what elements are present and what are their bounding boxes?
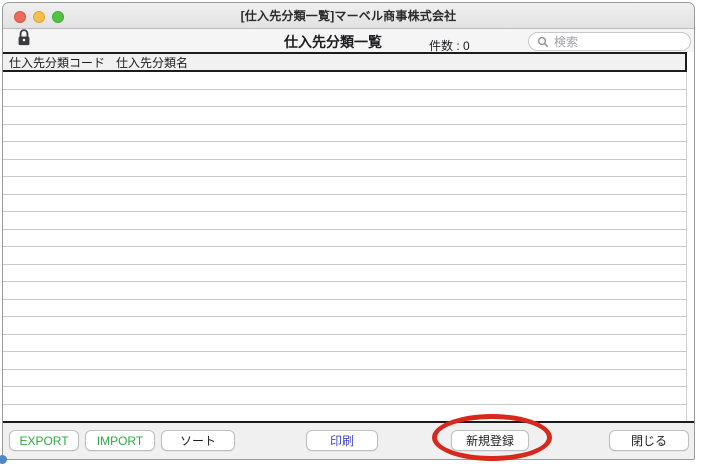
- table-row[interactable]: [3, 282, 686, 300]
- export-button[interactable]: EXPORT: [9, 430, 79, 451]
- title-bar: [仕入先分類一覧]マーベル商事株式会社: [3, 3, 694, 29]
- page-title: 仕入先分類一覧: [284, 34, 382, 50]
- toolbar: 仕入先分類一覧 件数 : 0 検索: [3, 27, 694, 54]
- search-input[interactable]: 検索: [528, 32, 691, 51]
- traffic-lights: [14, 11, 64, 23]
- table-row[interactable]: [3, 405, 686, 422]
- close-button[interactable]: 閉じる: [609, 430, 689, 451]
- table-row[interactable]: [3, 352, 686, 370]
- close-window-button[interactable]: [14, 11, 26, 23]
- record-count-value: 0: [463, 39, 470, 53]
- table-row[interactable]: [3, 160, 686, 177]
- new-entry-button[interactable]: 新規登録: [451, 430, 529, 451]
- print-button[interactable]: 印刷: [306, 430, 378, 451]
- table-row[interactable]: [3, 247, 686, 265]
- table-row[interactable]: [3, 177, 686, 195]
- record-count-label: 件数 :: [429, 39, 460, 53]
- zoom-window-button[interactable]: [52, 11, 64, 23]
- table-row[interactable]: [3, 230, 686, 247]
- window-title: [仕入先分類一覧]マーベル商事株式会社: [240, 9, 457, 23]
- footer-bar: EXPORT IMPORT ソート 印刷 新規登録 閉じる: [3, 421, 694, 459]
- table-row[interactable]: [3, 72, 686, 90]
- table-row[interactable]: [3, 387, 686, 405]
- table-row[interactable]: [3, 265, 686, 282]
- table-row[interactable]: [3, 195, 686, 212]
- screenshot-stage: [仕入先分類一覧]マーベル商事株式会社 仕入先分類一覧 件数 : 0 検索 仕入…: [0, 0, 701, 469]
- column-header-name[interactable]: 仕入先分類名: [116, 54, 188, 71]
- blue-dot-artifact: [0, 455, 7, 464]
- search-icon: [537, 36, 549, 48]
- table-row[interactable]: [3, 125, 686, 142]
- column-header-code[interactable]: 仕入先分類コード: [9, 54, 115, 71]
- table-row[interactable]: [3, 335, 686, 352]
- table-row[interactable]: [3, 370, 686, 387]
- lock-icon: [16, 27, 32, 54]
- table-row[interactable]: [3, 212, 686, 230]
- minimize-window-button[interactable]: [33, 11, 45, 23]
- table-body[interactable]: [3, 72, 687, 423]
- import-button[interactable]: IMPORT: [85, 430, 155, 451]
- table-row[interactable]: [3, 317, 686, 335]
- search-placeholder: 検索: [554, 35, 579, 49]
- table-header: 仕入先分類コード 仕入先分類名: [3, 52, 687, 72]
- sort-button[interactable]: ソート: [161, 430, 235, 451]
- table-row[interactable]: [3, 300, 686, 317]
- table-row[interactable]: [3, 107, 686, 125]
- table-row[interactable]: [3, 90, 686, 107]
- table-row[interactable]: [3, 142, 686, 160]
- app-window: [仕入先分類一覧]マーベル商事株式会社 仕入先分類一覧 件数 : 0 検索 仕入…: [2, 2, 695, 460]
